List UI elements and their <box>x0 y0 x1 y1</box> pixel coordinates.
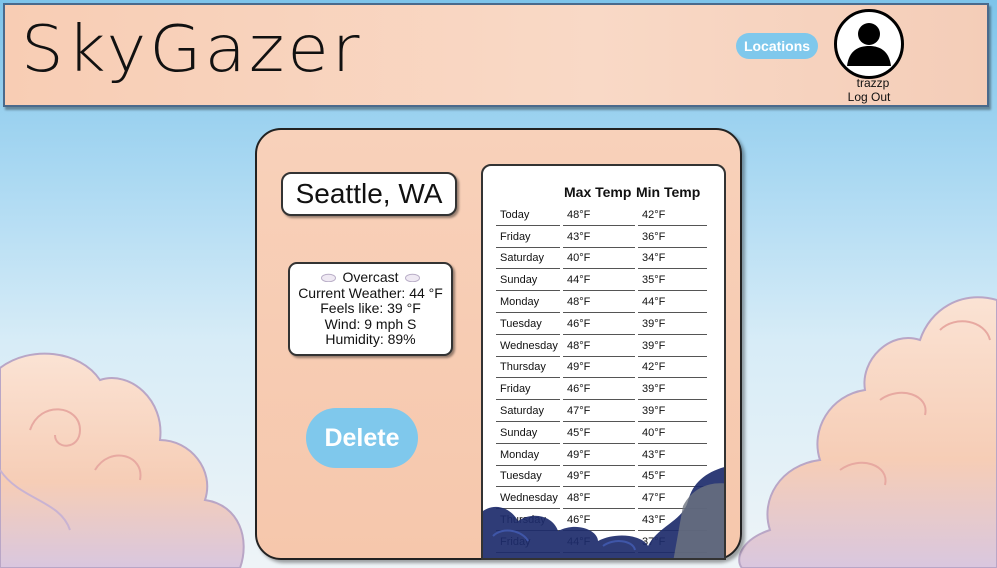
humidity: Humidity: 89% <box>325 331 416 347</box>
forecast-day: Today <box>496 209 560 226</box>
forecast-day: Friday <box>496 231 560 248</box>
forecast-day: Monday <box>496 449 560 466</box>
city-name: Seattle, WA <box>281 172 457 216</box>
table-row: Thursday 49°F 42°F <box>496 357 710 379</box>
forecast-max-temp: 45°F <box>563 427 635 444</box>
avatar-icon[interactable] <box>834 9 904 79</box>
forecast-min-temp: 44°F <box>638 296 707 313</box>
table-row: Tuesday 49°F 45°F <box>496 466 710 488</box>
forecast-day: Sunday <box>496 427 560 444</box>
table-row: Thursday 46°F 43°F <box>496 509 710 531</box>
forecast-min-temp: 40°F <box>638 427 707 444</box>
forecast-min-temp: 36°F <box>638 231 707 248</box>
location-card: Seattle, WA Overcast Current Weather: 44… <box>255 128 742 560</box>
forecast-min-temp: 42°F <box>638 361 707 379</box>
forecast-min-temp: 39°F <box>638 318 707 335</box>
forecast-max-temp: 46°F <box>563 514 635 531</box>
forecast-max-temp: 48°F <box>563 209 635 226</box>
locations-button[interactable]: Locations <box>736 33 818 59</box>
table-row: Friday 44°F 37°F <box>496 531 710 553</box>
forecast-min-temp: 47°F <box>638 492 707 510</box>
table-row: Sunday 44°F 35°F <box>496 269 710 292</box>
table-row: Saturday 40°F 34°F <box>496 248 710 270</box>
forecast-day: Tuesday <box>496 470 560 488</box>
forecast-min-temp: 39°F <box>638 383 707 401</box>
forecast-day: Thursday <box>496 361 560 379</box>
forecast-max-temp: 44°F <box>563 536 635 553</box>
forecast-max-temp: 44°F <box>563 274 635 292</box>
wind: Wind: 9 mph S <box>324 315 417 332</box>
forecast-day: Sunday <box>496 274 560 292</box>
table-row: Today 48°F 42°F <box>496 204 710 226</box>
forecast-max-temp: 40°F <box>563 252 635 270</box>
forecast-min-temp: 45°F <box>638 470 707 488</box>
table-row: Friday 46°F 39°F <box>496 378 710 401</box>
forecast-max-temp: 48°F <box>563 340 635 357</box>
header-min-temp: Min Temp <box>636 184 701 200</box>
forecast-table: Max Temp Min Temp Today 48°F 42°F Friday 43°… <box>496 184 710 553</box>
delete-button[interactable]: Delete <box>306 408 418 468</box>
table-row: Monday 48°F 44°F <box>496 291 710 313</box>
table-row: Tuesday 46°F 39°F <box>496 313 710 335</box>
table-row: Wednesday 48°F 47°F <box>496 487 710 510</box>
cloud-icon <box>404 273 420 283</box>
forecast-min-temp: 39°F <box>638 340 707 357</box>
forecast-max-temp: 47°F <box>563 405 635 422</box>
forecast-max-temp: 46°F <box>563 318 635 335</box>
forecast-min-temp: 37°F <box>638 536 707 553</box>
forecast-max-temp: 46°F <box>563 383 635 401</box>
forecast-min-temp: 43°F <box>638 514 707 531</box>
forecast-max-temp: 49°F <box>563 361 635 379</box>
forecast-max-temp: 49°F <box>563 449 635 466</box>
forecast-day: Wednesday <box>496 492 560 510</box>
header-day <box>496 184 560 204</box>
forecast-day: Saturday <box>496 252 560 270</box>
forecast-day: Wednesday <box>496 340 560 357</box>
forecast-day: Saturday <box>496 405 560 422</box>
forecast-min-temp: 43°F <box>638 449 707 466</box>
forecast-max-temp: 49°F <box>563 470 635 488</box>
condition-row: Overcast <box>290 269 451 286</box>
forecast-min-temp: 42°F <box>638 209 707 226</box>
forecast-day: Tuesday <box>496 318 560 335</box>
forecast-min-temp: 39°F <box>638 405 707 422</box>
top-header: SkyGazer Locations trazzp Log Out <box>3 3 989 107</box>
current-temp: Current Weather: 44 °F <box>298 284 443 301</box>
app-logo[interactable]: SkyGazer <box>21 13 363 87</box>
forecast-day: Monday <box>496 296 560 313</box>
table-row: Wednesday 48°F 39°F <box>496 335 710 357</box>
forecast-day: Thursday <box>496 514 560 531</box>
forecast-max-temp: 48°F <box>563 296 635 313</box>
current-weather-box: Overcast Current Weather: 44 °F Feels li… <box>288 262 453 356</box>
forecast-day: Friday <box>496 383 560 401</box>
table-row: Friday 43°F 36°F <box>496 226 710 248</box>
table-row: Saturday 47°F 39°F <box>496 400 710 422</box>
table-row: Monday 49°F 43°F <box>496 444 710 466</box>
forecast-max-temp: 43°F <box>563 231 635 248</box>
table-header: Max Temp Min Temp <box>496 184 710 204</box>
feels-like: Feels like: 39 °F <box>320 300 421 316</box>
logout-link[interactable]: Log Out <box>839 90 899 104</box>
forecast-max-temp: 48°F <box>563 492 635 510</box>
forecast-day: Friday <box>496 536 560 553</box>
username-label: trazzp <box>856 76 890 90</box>
forecast-table-panel[interactable]: Max Temp Min Temp Today 48°F 42°F Friday 43°… <box>481 164 726 560</box>
table-row: Sunday 45°F 40°F <box>496 422 710 444</box>
forecast-min-temp: 35°F <box>638 274 707 292</box>
table-body: Today 48°F 42°F Friday 43°F 36°F Saturday 40°F 3… <box>496 204 710 553</box>
condition-label: Overcast <box>342 269 399 285</box>
cloud-icon <box>321 273 337 283</box>
header-max-temp: Max Temp <box>564 184 632 200</box>
forecast-min-temp: 34°F <box>638 252 707 270</box>
